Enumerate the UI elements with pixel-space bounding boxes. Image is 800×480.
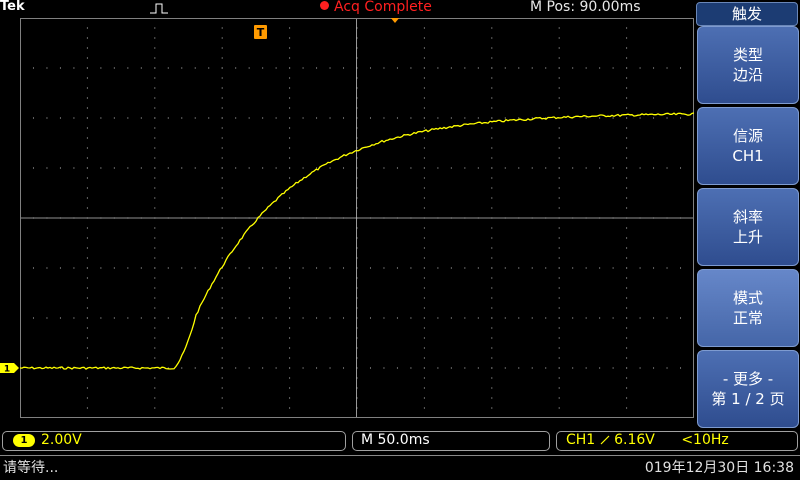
trigger-source-value: CH1 [566, 432, 596, 448]
rising-edge-trigger-icon [150, 3, 168, 14]
timebase-readout[interactable]: M 50.0ms [352, 431, 550, 451]
menu-btn-label: 类型 [732, 46, 763, 64]
trigger-side-menu: 触发 类型 边沿 信源 CH1 斜率 上升 模式 正常 - 更多 - 第 1 /… [694, 0, 800, 428]
horizontal-position-readout: M Pos: 90.00ms [530, 0, 641, 15]
ch1-marker-label: 1 [4, 365, 10, 375]
top-status-bar: Tek Acq Complete M Pos: 90.00ms [0, 0, 694, 18]
trigger-type-button[interactable]: 类型 边沿 [697, 26, 799, 104]
timebase-value: M 50.0ms [361, 432, 430, 448]
menu-btn-label: 模式 [732, 289, 763, 307]
more-page-button[interactable]: - 更多 - 第 1 / 2 页 [697, 350, 799, 428]
menu-btn-value: CH1 [732, 147, 764, 165]
waveform-display[interactable]: T [20, 18, 694, 418]
trigger-point-label: T [257, 26, 265, 39]
menu-btn-value: 正常 [732, 309, 763, 327]
ch1-badge: 1 [13, 434, 35, 447]
trigger-mode-button[interactable]: 模式 正常 [697, 269, 799, 347]
trigger-level-value: 6.16V [614, 432, 655, 448]
trigger-source-button[interactable]: 信源 CH1 [697, 107, 799, 185]
menu-btn-label: 斜率 [732, 208, 763, 226]
menu-btn-label: - 更多 - [722, 370, 774, 388]
acq-status-icon [320, 1, 329, 10]
date-time: 019年12月30日 16:38 [644, 460, 794, 476]
ch1-scale-readout[interactable]: 1 2.00V [2, 431, 346, 451]
menu-btn-value: 上升 [732, 228, 763, 246]
readout-bar: 1 2.00V M 50.0ms CH1 6.16V <10Hz [0, 430, 800, 452]
trigger-point-marker[interactable]: T [254, 25, 267, 39]
menu-title: 触发 [696, 2, 798, 26]
menu-btn-value: 边沿 [732, 66, 763, 84]
rising-slope-icon [600, 435, 610, 445]
status-bar: 请等待... 019年12月30日 16:38 [0, 455, 800, 478]
menu-btn-value: 第 1 / 2 页 [711, 390, 785, 408]
brand-label: Tek [0, 0, 25, 14]
status-message: 请等待... [3, 460, 59, 476]
ch1-scale-value: 2.00V [41, 432, 82, 448]
trigger-readout[interactable]: CH1 6.16V <10Hz [556, 431, 798, 451]
trigger-slope-button[interactable]: 斜率 上升 [697, 188, 799, 266]
acquisition-status: Acq Complete [320, 0, 432, 15]
menu-btn-label: 信源 [732, 127, 763, 145]
trigger-frequency-value: <10Hz [681, 432, 729, 448]
ch1-ground-marker[interactable]: 1 [0, 362, 20, 374]
